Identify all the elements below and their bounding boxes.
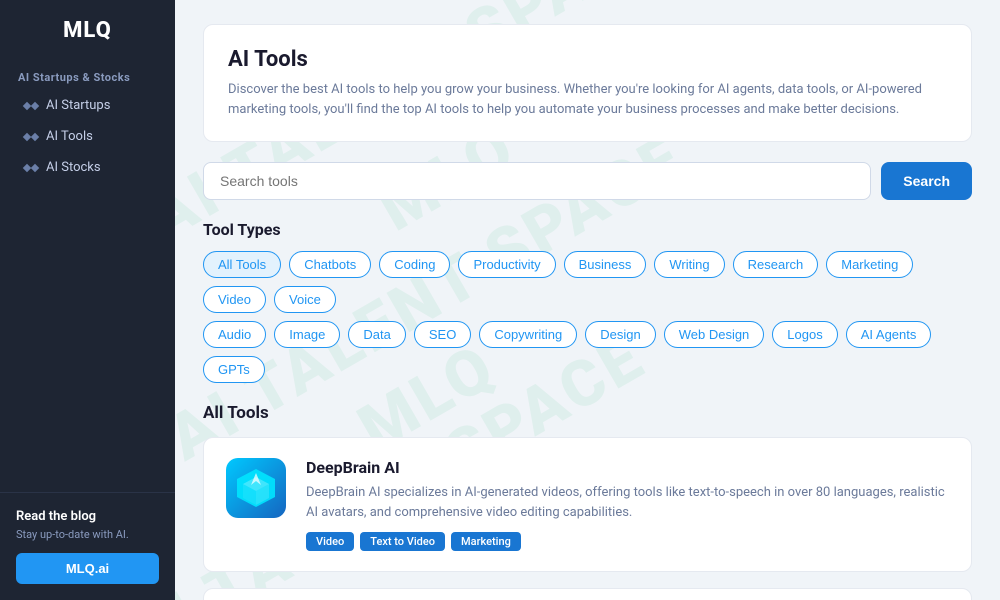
tool-info: DeepBrain AI DeepBrain AI specializes in …: [306, 458, 949, 551]
search-container: Search: [203, 162, 972, 200]
sidebar-item-ai-stocks[interactable]: AI Stocks: [6, 152, 169, 183]
tool-tag: Text to Video: [360, 532, 445, 551]
tool-type-pill-coding[interactable]: Coding: [379, 251, 450, 278]
sidebar-item-ai-tools-icon: [24, 134, 38, 140]
tool-type-pill-seo[interactable]: SEO: [414, 321, 471, 348]
tool-type-pill-business[interactable]: Business: [564, 251, 647, 278]
tool-tag: Video: [306, 532, 354, 551]
tool-type-pill-copywriting[interactable]: Copywriting: [479, 321, 577, 348]
sidebar-blog-title: Read the blog: [16, 509, 159, 524]
sidebar-blog-subtitle: Stay up-to-date with AI.: [16, 528, 159, 541]
tool-type-pill-web-design[interactable]: Web Design: [664, 321, 765, 348]
sidebar-item-ai-stocks-icon: [24, 165, 38, 171]
tool-type-pill-design[interactable]: Design: [585, 321, 655, 348]
tool-type-pill-logos[interactable]: Logos: [772, 321, 837, 348]
tool-type-pill-ai-agents[interactable]: AI Agents: [846, 321, 932, 348]
tool-tag: Marketing: [451, 532, 521, 551]
tool-type-pill-chatbots[interactable]: Chatbots: [289, 251, 371, 278]
sidebar-item-ai-tools-label: AI Tools: [46, 129, 93, 144]
sidebar: MLQ AI Startups & Stocks AI Startups AI …: [0, 0, 175, 600]
tool-tags: Video Text to Video Marketing: [306, 532, 949, 551]
tool-types-label: Tool Types: [203, 220, 972, 239]
tool-type-pill-data[interactable]: Data: [348, 321, 405, 348]
tool-type-pill-marketing[interactable]: Marketing: [826, 251, 913, 278]
tool-type-pill-research[interactable]: Research: [733, 251, 819, 278]
tool-type-pill-voice[interactable]: Voice: [274, 286, 336, 313]
all-tools-label: All Tools: [203, 403, 972, 423]
tool-type-pill-gpts[interactable]: GPTs: [203, 356, 265, 383]
tool-name: DeepBrain AI: [306, 458, 949, 477]
tool-card: AssistiveAssistive.chat is a generative …: [203, 588, 972, 600]
sidebar-section-label: AI Startups & Stocks: [0, 57, 175, 90]
tool-type-pill-productivity[interactable]: Productivity: [458, 251, 555, 278]
tool-types-section: Tool Types All Tools Chatbots Coding Produc…: [203, 220, 972, 383]
deepbrain-logo: [226, 458, 286, 518]
tool-type-pill-writing[interactable]: Writing: [654, 251, 724, 278]
tool-card: DeepBrain AI DeepBrain AI specializes in …: [203, 437, 972, 572]
sidebar-blog-button[interactable]: MLQ.ai: [16, 553, 159, 584]
tool-description: DeepBrain AI specializes in AI-generated…: [306, 483, 949, 522]
sidebar-logo: MLQ: [0, 0, 175, 57]
header-description: Discover the best AI tools to help you g…: [228, 80, 947, 119]
tools-list: DeepBrain AI DeepBrain AI specializes in …: [203, 437, 972, 600]
sidebar-item-ai-startups-icon: [24, 103, 38, 109]
sidebar-item-ai-stocks-label: AI Stocks: [46, 160, 101, 175]
tool-type-pill-audio[interactable]: Audio: [203, 321, 266, 348]
sidebar-item-ai-startups-label: AI Startups: [46, 98, 110, 113]
sidebar-item-ai-tools[interactable]: AI Tools: [6, 121, 169, 152]
tool-type-pill-video[interactable]: Video: [203, 286, 266, 313]
tool-types-row1: All Tools Chatbots Coding Productivity Busin…: [203, 251, 972, 313]
sidebar-blog-section: Read the blog Stay up-to-date with AI. M…: [0, 492, 175, 600]
main-content: AI TALENT SPACE MLQ AI TALENT SPACE MLQ …: [175, 0, 1000, 600]
tool-type-pill-all-tools[interactable]: All Tools: [203, 251, 281, 278]
content-inner: AI Tools Discover the best AI tools to h…: [175, 0, 1000, 600]
search-input[interactable]: [203, 162, 871, 200]
header-card: AI Tools Discover the best AI tools to h…: [203, 24, 972, 142]
header-title: AI Tools: [228, 47, 947, 72]
sidebar-item-ai-startups[interactable]: AI Startups: [6, 90, 169, 121]
tool-type-pill-image[interactable]: Image: [274, 321, 340, 348]
search-button[interactable]: Search: [881, 162, 972, 200]
tool-types-row2: Audio Image Data SEO Copywriting Design Web De…: [203, 321, 972, 383]
